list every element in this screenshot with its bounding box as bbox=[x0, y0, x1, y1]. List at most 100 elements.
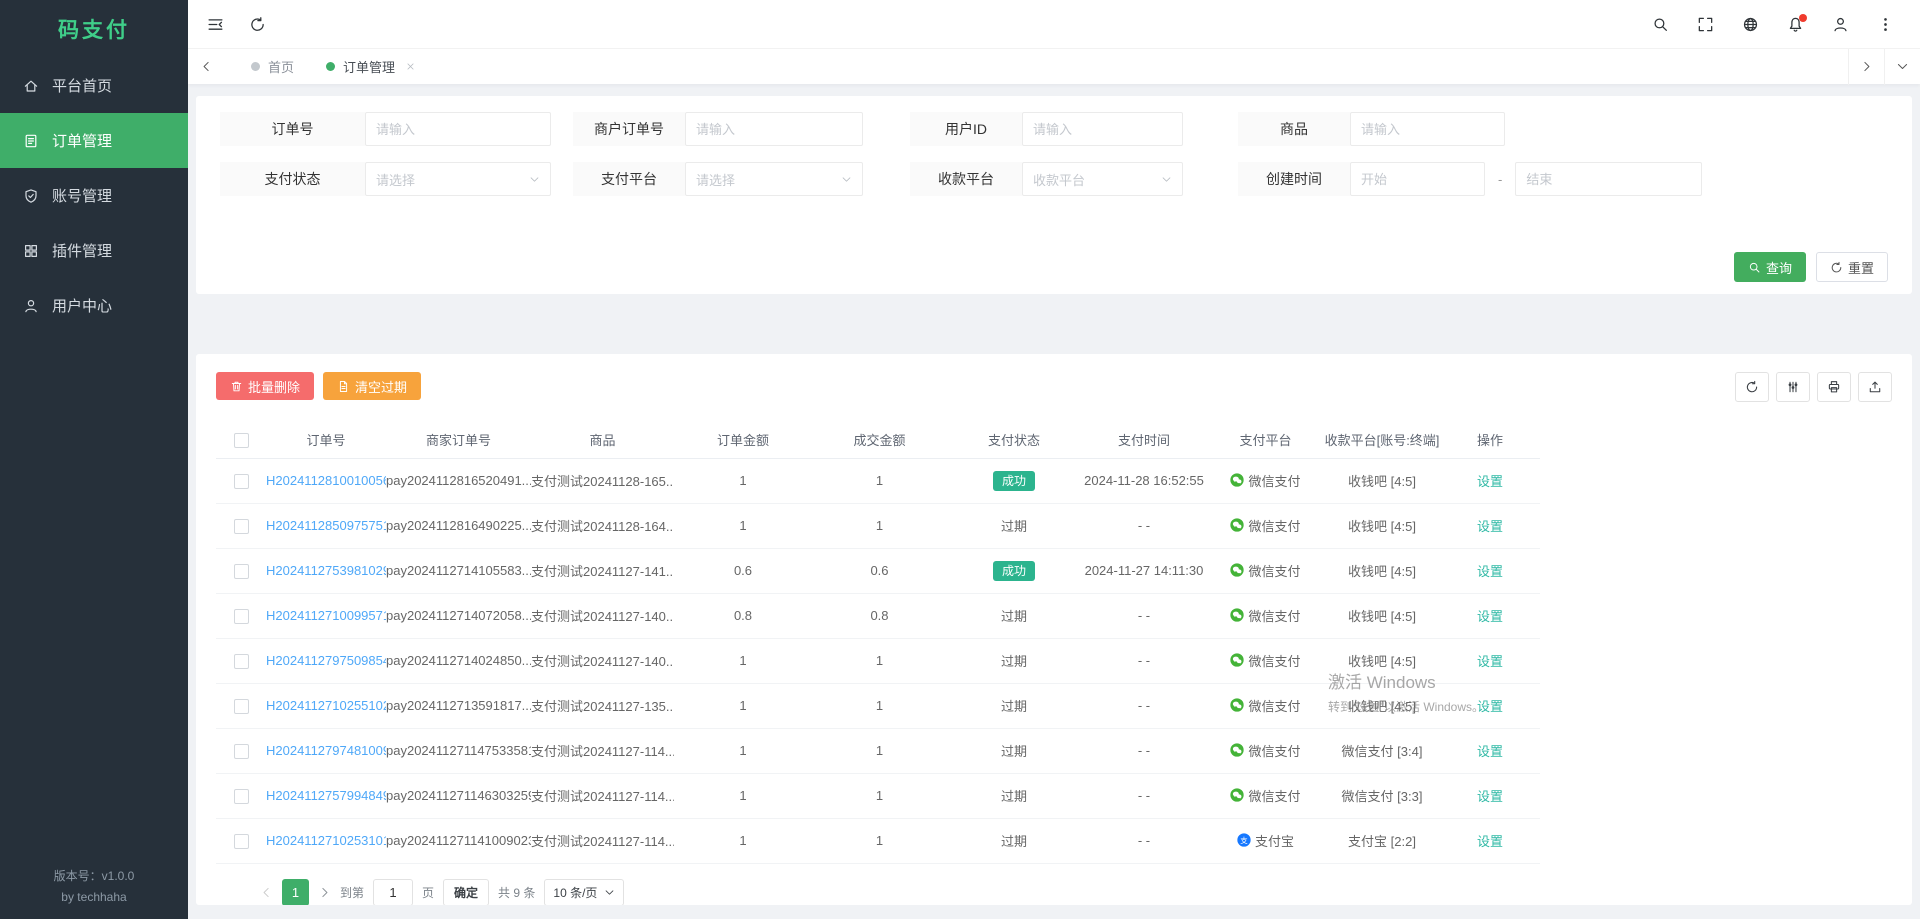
filter-field-label: 用户ID bbox=[910, 112, 1022, 146]
filter-field-label: 支付平台 bbox=[573, 162, 685, 196]
filter-input[interactable] bbox=[1033, 122, 1172, 137]
sidebar-item-home[interactable]: 平台首页 bbox=[0, 58, 188, 113]
filter-input-wrap bbox=[365, 112, 551, 146]
order-no-link[interactable]: H2024112850975751 bbox=[266, 518, 386, 533]
status-badge: 过期 bbox=[1001, 654, 1027, 669]
goto-label: 到第 bbox=[340, 884, 364, 901]
page-size-select[interactable]: 10 条/页 bbox=[544, 879, 624, 906]
filter-select[interactable]: 收款平台 bbox=[1022, 162, 1183, 196]
filter-input[interactable] bbox=[1361, 122, 1494, 137]
clear-expired-label: 清空过期 bbox=[355, 377, 407, 396]
status-badge: 过期 bbox=[1001, 744, 1027, 759]
sidebar-item-accounts[interactable]: 账号管理 bbox=[0, 168, 188, 223]
row-checkbox[interactable] bbox=[234, 609, 249, 624]
sidebar-item-user-center[interactable]: 用户中心 bbox=[0, 278, 188, 333]
home-icon bbox=[23, 78, 39, 94]
settings-link[interactable]: 设置 bbox=[1477, 609, 1503, 624]
receiver-account-cell: 支付宝 [2:2] bbox=[1324, 818, 1440, 863]
row-checkbox[interactable] bbox=[234, 564, 249, 579]
collapse-sidebar-icon[interactable] bbox=[198, 7, 232, 41]
goto-confirm-button[interactable]: 确定 bbox=[443, 879, 489, 906]
filter-select[interactable]: 请选择 bbox=[365, 162, 551, 196]
row-checkbox[interactable] bbox=[234, 699, 249, 714]
goto-page-input[interactable] bbox=[373, 879, 413, 906]
select-all-checkbox[interactable] bbox=[234, 433, 249, 448]
settings-link[interactable]: 设置 bbox=[1477, 789, 1503, 804]
row-checkbox[interactable] bbox=[234, 474, 249, 489]
filter-input[interactable] bbox=[376, 122, 540, 137]
brand-logo: 码支付 bbox=[0, 0, 188, 58]
search-icon[interactable] bbox=[1643, 7, 1677, 41]
table-tool-icons bbox=[1735, 372, 1892, 402]
order-no-link[interactable]: H2024112753981029 bbox=[266, 563, 386, 578]
tab-home[interactable]: 首页 bbox=[236, 49, 309, 84]
order-no-cell: H2024112810010056 bbox=[266, 458, 386, 503]
table-export-icon[interactable] bbox=[1858, 372, 1892, 402]
settings-link[interactable]: 设置 bbox=[1477, 474, 1503, 489]
order-no-link[interactable]: H2024112710253101 bbox=[266, 833, 386, 848]
receiver-account-cell: 收钱吧 [4:5] bbox=[1324, 683, 1440, 728]
filter-field-支付状态: 支付状态请选择 bbox=[220, 162, 551, 196]
order-no-cell: H2024112797481009 bbox=[266, 728, 386, 773]
sidebar-item-plugins[interactable]: 插件管理 bbox=[0, 223, 188, 278]
next-page-icon[interactable] bbox=[318, 886, 331, 899]
settings-link[interactable]: 设置 bbox=[1477, 699, 1503, 714]
order-no-cell: H2024112710255102 bbox=[266, 683, 386, 728]
settings-link[interactable]: 设置 bbox=[1477, 654, 1503, 669]
filter-select[interactable]: 请选择 bbox=[685, 162, 863, 196]
table-columns-filter-icon[interactable] bbox=[1776, 372, 1810, 402]
order-no-link[interactable]: H2024112710099571 bbox=[266, 608, 386, 623]
paid-amount-cell: 1 bbox=[812, 458, 947, 503]
settings-link[interactable]: 设置 bbox=[1477, 564, 1503, 579]
table-header-row: 订单号商家订单号商品订单金额成交金额支付状态支付时间支付平台收款平台[账号:终端… bbox=[216, 422, 1540, 458]
settings-link[interactable]: 设置 bbox=[1477, 519, 1503, 534]
tab-orders[interactable]: 订单管理 bbox=[311, 49, 431, 84]
platform: 微信支付 bbox=[1230, 786, 1300, 805]
clear-expired-button[interactable]: 清空过期 bbox=[323, 372, 421, 400]
table-toolbar-left: 批量删除 清空过期 bbox=[216, 372, 421, 400]
tabs-scroll-left-icon[interactable] bbox=[188, 49, 224, 85]
search-button[interactable]: 查询 bbox=[1734, 252, 1806, 282]
platform: 微信支付 bbox=[1230, 651, 1300, 670]
date-end-input[interactable] bbox=[1526, 172, 1691, 187]
row-checkbox[interactable] bbox=[234, 834, 249, 849]
row-checkbox[interactable] bbox=[234, 654, 249, 669]
row-checkbox[interactable] bbox=[234, 744, 249, 759]
language-globe-icon[interactable] bbox=[1733, 7, 1767, 41]
tab-close-icon[interactable] bbox=[405, 61, 416, 72]
tabs-dropdown-icon[interactable] bbox=[1884, 49, 1920, 85]
receiver-account-cell: 收钱吧 [4:5] bbox=[1324, 593, 1440, 638]
user-avatar-icon[interactable] bbox=[1823, 7, 1857, 41]
order-no-link[interactable]: H2024112797509854 bbox=[266, 653, 386, 668]
more-menu-icon[interactable] bbox=[1868, 7, 1902, 41]
date-start-input[interactable] bbox=[1361, 172, 1474, 187]
sidebar-item-orders[interactable]: 订单管理 bbox=[0, 113, 188, 168]
platform: 微信支付 bbox=[1230, 561, 1300, 580]
table-refresh-icon[interactable] bbox=[1735, 372, 1769, 402]
date-start-wrap bbox=[1350, 162, 1485, 196]
table-print-icon[interactable] bbox=[1817, 372, 1851, 402]
prev-page-icon[interactable] bbox=[260, 886, 273, 899]
refresh-page-icon[interactable] bbox=[240, 7, 274, 41]
order-no-link[interactable]: H2024112797481009 bbox=[266, 743, 386, 758]
order-no-link[interactable]: H2024112710255102 bbox=[266, 698, 386, 713]
order-no-link[interactable]: H2024112757994849 bbox=[266, 788, 386, 803]
current-page[interactable]: 1 bbox=[282, 879, 309, 906]
order-no-link[interactable]: H2024112810010056 bbox=[266, 473, 386, 488]
fullscreen-icon[interactable] bbox=[1688, 7, 1722, 41]
order-icon bbox=[23, 133, 39, 149]
platform-cell: 微信支付 bbox=[1207, 728, 1324, 773]
reset-button[interactable]: 重置 bbox=[1816, 252, 1888, 282]
row-checkbox-cell bbox=[216, 773, 266, 818]
notifications-bell-icon[interactable] bbox=[1778, 7, 1812, 41]
row-checkbox[interactable] bbox=[234, 519, 249, 534]
settings-link[interactable]: 设置 bbox=[1477, 744, 1503, 759]
tabs-scroll-right-icon[interactable] bbox=[1848, 49, 1884, 85]
pay-time-cell: 2024-11-27 14:11:30 bbox=[1081, 548, 1207, 593]
filter-input[interactable] bbox=[696, 122, 852, 137]
status-cell: 成功 bbox=[947, 548, 1081, 593]
settings-link[interactable]: 设置 bbox=[1477, 834, 1503, 849]
batch-delete-button[interactable]: 批量删除 bbox=[216, 372, 314, 400]
platform-label: 支付宝 bbox=[1255, 831, 1294, 850]
row-checkbox[interactable] bbox=[234, 789, 249, 804]
